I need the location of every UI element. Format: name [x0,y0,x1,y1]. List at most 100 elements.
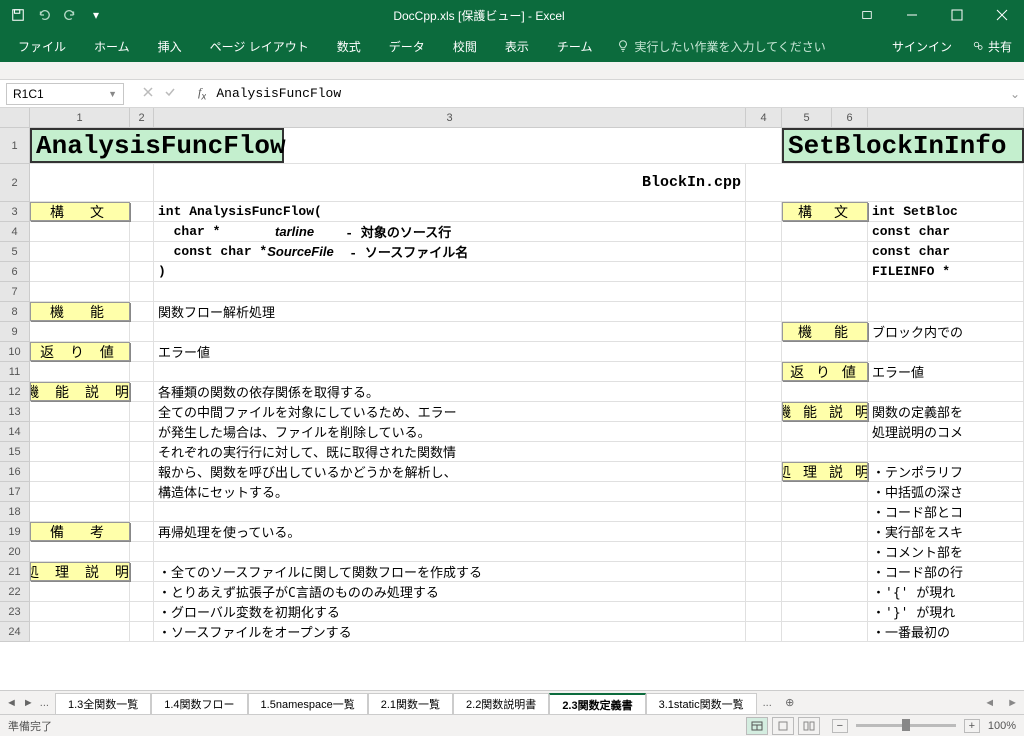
cell[interactable] [130,462,154,481]
cell[interactable] [746,562,782,581]
cell[interactable]: ブロック内での [868,322,1024,341]
cell[interactable] [30,282,130,301]
cell[interactable] [130,502,154,521]
cell[interactable] [746,482,782,501]
cell[interactable]: int SetBloc [868,202,1024,221]
cell[interactable]: AnalysisFuncFlow [30,128,284,163]
cell[interactable]: 全ての中間ファイルを対象にしているため、エラー [154,402,746,421]
cell[interactable] [868,282,1024,301]
column-header[interactable]: 3 [154,108,746,127]
cell[interactable]: ・'{' が現れ [868,582,1024,601]
cell[interactable] [746,362,782,381]
cell[interactable] [30,442,130,461]
cell[interactable] [130,342,154,361]
cell[interactable]: 再帰処理を使っている。 [154,522,746,541]
sheet-nav-prev-icon[interactable]: ◄ [6,697,17,709]
cell[interactable]: 機 能 説 明 [30,382,130,401]
zoom-in-icon[interactable]: + [964,719,980,733]
cell[interactable]: ・中括弧の深さ [868,482,1024,501]
tab-data[interactable]: データ [375,30,439,62]
cell[interactable] [30,542,130,561]
cell[interactable] [782,442,868,461]
column-header[interactable]: 5 [782,108,832,127]
cell[interactable] [746,242,782,261]
cell[interactable] [130,442,154,461]
row-header[interactable]: 12 [0,382,29,402]
tell-me[interactable]: 実行したい作業を入力してください [616,38,825,55]
cell[interactable] [154,542,746,561]
cell[interactable] [130,542,154,561]
row-header[interactable]: 23 [0,602,29,622]
column-header[interactable]: 4 [746,108,782,127]
select-all-corner[interactable] [0,108,30,128]
cell[interactable] [130,222,154,241]
cell[interactable] [782,242,868,261]
cell[interactable]: ・ソースファイルをオープンする [154,622,746,641]
cell[interactable] [746,342,782,361]
view-pagebreak-icon[interactable] [798,717,820,735]
close-icon[interactable] [979,0,1024,30]
cell[interactable] [30,482,130,501]
cell[interactable]: ・コード部とコ [868,502,1024,521]
name-box[interactable]: R1C1 ▼ [6,83,124,105]
cell[interactable]: 構 文 [782,202,868,221]
cell[interactable] [782,222,868,241]
cell[interactable]: 構 文 [30,202,130,221]
share-button[interactable]: 共有 [964,38,1020,55]
sheet-tab[interactable]: 2.1関数一覧 [368,693,453,715]
view-normal-icon[interactable] [746,717,768,735]
cell[interactable]: ・テンポラリフ [868,462,1024,481]
sheet-tab[interactable]: 2.3関数定義書 [549,693,645,715]
row-headers[interactable]: 123456789101112131415161718192021222324 [0,128,30,642]
cell[interactable] [154,502,746,521]
cell[interactable]: 機 能 [30,302,130,321]
cell[interactable] [30,582,130,601]
cell[interactable] [782,282,868,301]
cell[interactable]: 処理説明のコメ [868,422,1024,441]
column-header[interactable]: 1 [30,108,130,127]
cell[interactable] [782,302,868,321]
cell[interactable] [130,262,154,281]
cell[interactable] [782,602,868,621]
cell[interactable]: const char [868,222,1024,241]
cell[interactable] [782,422,868,441]
signin-button[interactable]: サインイン [880,38,964,55]
tab-insert[interactable]: 挿入 [144,30,196,62]
cell[interactable] [782,582,868,601]
cell[interactable]: ・とりあえず拡張子がC言語のもののみ処理する [154,582,746,601]
cell[interactable] [782,622,868,641]
cell[interactable] [782,562,868,581]
cell[interactable]: char * tarline - 対象のソース行 [154,222,746,241]
row-header[interactable]: 10 [0,342,29,362]
hscroll-right-icon[interactable]: ► [1001,697,1024,709]
cell[interactable] [746,422,782,441]
zoom-level[interactable]: 100% [988,720,1016,732]
undo-icon[interactable] [32,3,56,27]
cell[interactable] [154,322,746,341]
cell[interactable]: それぞれの実行行に対して、既に取得された関数情 [154,442,746,461]
cell[interactable] [130,202,154,221]
cell[interactable]: 返 り 値 [30,342,130,361]
cancel-formula-icon[interactable] [142,86,154,101]
cell[interactable] [30,502,130,521]
cell[interactable] [868,382,1024,401]
row-header[interactable]: 21 [0,562,29,582]
cell[interactable]: が発生した場合は、ファイルを削除している。 [154,422,746,441]
row-header[interactable]: 1 [0,128,29,164]
save-icon[interactable] [6,3,30,27]
cell[interactable] [130,582,154,601]
chevron-down-icon[interactable]: ▼ [108,89,117,99]
cell[interactable] [782,382,868,401]
cell[interactable]: ・'}' が現れ [868,602,1024,621]
cell[interactable]: ・一番最初の [868,622,1024,641]
cell[interactable]: 各種類の関数の依存関係を取得する。 [154,382,746,401]
tab-view[interactable]: 表示 [491,30,543,62]
row-header[interactable]: 19 [0,522,29,542]
cell[interactable] [154,362,746,381]
cell[interactable]: ・グローバル変数を初期化する [154,602,746,621]
redo-icon[interactable] [58,3,82,27]
cell[interactable] [868,302,1024,321]
cell[interactable]: ) [154,262,746,281]
cell[interactable] [130,622,154,641]
cell[interactable]: エラー値 [868,362,1024,381]
